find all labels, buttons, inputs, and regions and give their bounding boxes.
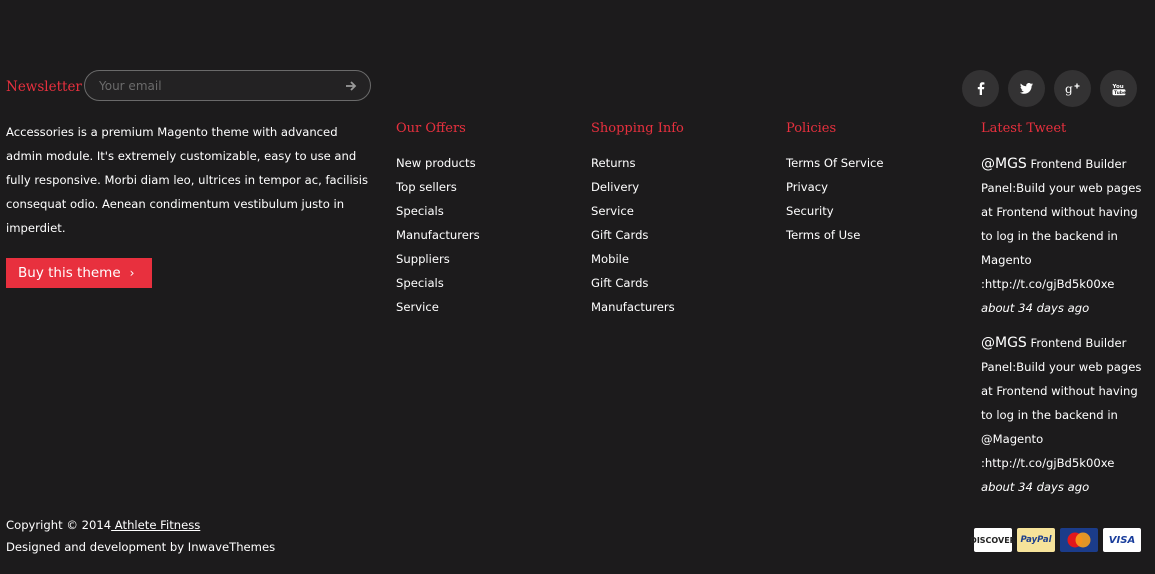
google-plus-button[interactable]: g — [1054, 70, 1091, 107]
paypal-icon: PayPal — [1017, 528, 1055, 552]
footer-link[interactable]: Service — [591, 199, 675, 223]
newsletter-label: Newsletter — [6, 79, 82, 95]
footer-link[interactable]: Manufacturers — [396, 223, 480, 247]
google-plus-icon: g — [1065, 82, 1079, 96]
footer-link[interactable]: Suppliers — [396, 247, 480, 271]
about-text: Accessories is a premium Magento theme w… — [6, 125, 368, 235]
policies-list: Terms Of Service Privacy Security Terms … — [786, 151, 884, 247]
footer-link[interactable]: Terms Of Service — [786, 151, 884, 175]
newsletter-submit-button[interactable] — [340, 75, 362, 97]
athlete-fitness-link[interactable]: Athlete Fitness — [111, 518, 201, 532]
tweet-item: @MGS Frontend Builder Panel:Build your w… — [981, 152, 1146, 320]
tweet-text: Frontend Builder Panel:Build your web pa… — [981, 157, 1142, 291]
tweet-handle[interactable]: @MGS — [981, 156, 1027, 172]
tweet-time: about 34 days ago — [981, 480, 1090, 494]
youtube-button[interactable]: You Tube — [1100, 70, 1137, 107]
footer-link[interactable]: Gift Cards — [591, 223, 675, 247]
mastercard-circles — [1067, 532, 1091, 548]
svg-text:g: g — [1065, 82, 1073, 96]
arrow-right-icon — [346, 81, 357, 91]
shopping-info-list: Returns Delivery Service Gift Cards Mobi… — [591, 151, 675, 319]
visa-label: VISA — [1108, 534, 1136, 546]
newsletter-email-input[interactable] — [99, 77, 329, 95]
tweet-handle[interactable]: @MGS — [981, 335, 1027, 351]
our-offers-list: New products Top sellers Specials Manufa… — [396, 151, 480, 319]
footer-link[interactable]: Specials — [396, 199, 480, 223]
copyright-text: Copyright © 2014 — [6, 518, 112, 532]
footer-link[interactable]: Manufacturers — [591, 295, 675, 319]
paypal-label: PayPal — [1020, 535, 1052, 545]
footer-link[interactable]: Terms of Use — [786, 223, 884, 247]
tweet-item: @MGS Frontend Builder Panel:Build your w… — [981, 331, 1146, 499]
mastercard-icon — [1060, 528, 1098, 552]
newsletter-form — [84, 70, 371, 101]
facebook-button[interactable] — [962, 70, 999, 107]
tweet-text: Frontend Builder Panel:Build your web pa… — [981, 336, 1142, 470]
footer-link[interactable]: Privacy — [786, 175, 884, 199]
visa-icon: VISA — [1103, 528, 1141, 552]
copyright-line: Copyright © 2014 Athlete Fitness — [6, 514, 275, 536]
discover-icon: DISCOVER — [970, 528, 1016, 552]
youtube-icon: You Tube — [1112, 84, 1126, 96]
copyright-block: Copyright © 2014 Athlete Fitness Designe… — [6, 514, 275, 558]
twitter-button[interactable] — [1008, 70, 1045, 107]
footer-link[interactable]: Security — [786, 199, 884, 223]
buy-theme-label: Buy this theme — [18, 265, 121, 281]
policies-title: Policies — [786, 121, 837, 136]
svg-text:You: You — [1112, 84, 1124, 90]
buy-theme-button[interactable]: Buy this theme › — [6, 258, 152, 288]
footer-link[interactable]: Specials — [396, 271, 480, 295]
footer-link[interactable]: Returns — [591, 151, 675, 175]
chevron-right-icon: › — [129, 266, 135, 280]
footer-link[interactable]: Top sellers — [396, 175, 480, 199]
footer-link[interactable]: Service — [396, 295, 480, 319]
svg-text:Tube: Tube — [1114, 90, 1126, 96]
footer-link[interactable]: Gift Cards — [591, 271, 675, 295]
our-offers-title: Our Offers — [396, 121, 466, 136]
footer-link[interactable]: New products — [396, 151, 480, 175]
latest-tweet-title: Latest Tweet — [981, 121, 1067, 136]
footer-link[interactable]: Delivery — [591, 175, 675, 199]
discover-label: DISCOVER — [970, 535, 1016, 545]
designed-by-text: Designed and development by InwaveThemes — [6, 540, 276, 554]
footer-link[interactable]: Mobile — [591, 247, 675, 271]
facebook-icon — [977, 82, 984, 95]
twitter-icon — [1020, 83, 1033, 94]
tweet-time: about 34 days ago — [981, 301, 1090, 315]
shopping-info-title: Shopping Info — [591, 121, 684, 136]
